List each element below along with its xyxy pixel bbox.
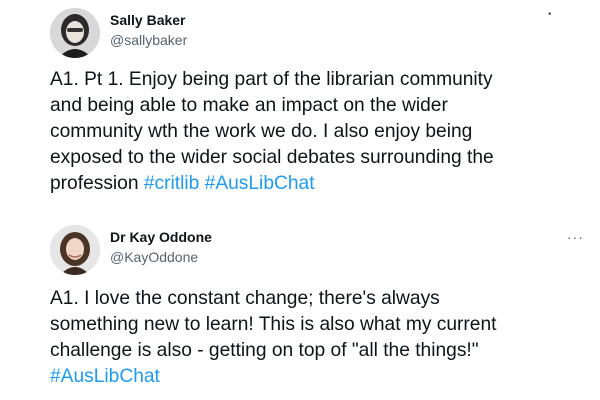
tweet-text-fragment: profession	[50, 173, 144, 194]
tweet-text-line: challenge is also - getting on top of "a…	[50, 340, 479, 361]
tweet-text-line: exposed to the wider social debates surr…	[50, 147, 494, 168]
tweet-text-line: and being able to make an impact on the …	[50, 95, 448, 116]
tweet-text-line: A1. I love the constant change; there's …	[50, 288, 440, 309]
tweet-text: A1. Pt 1. Enjoy being part of the librar…	[50, 67, 570, 197]
author-handle[interactable]: @sallybaker	[110, 32, 187, 48]
hashtag-link[interactable]: #AusLibChat	[50, 366, 160, 387]
hashtag-link[interactable]: #critlib	[144, 173, 199, 194]
avatar-photo-icon	[50, 8, 100, 58]
hashtag-link[interactable]: #AusLibChat	[205, 173, 315, 194]
author-name[interactable]: Sally Baker	[110, 12, 186, 28]
tweet-card[interactable]: Dr Kay Oddone @KayOddone ··· A1. I love …	[0, 208, 600, 400]
avatar-photo-icon	[50, 225, 100, 275]
more-options-icon[interactable]: •	[548, 10, 553, 20]
author-handle[interactable]: @KayOddone	[110, 249, 198, 265]
tweet-text-line-last: profession #critlib #AusLibChat	[50, 171, 570, 197]
tweet-card[interactable]: Sally Baker @sallybaker • A1. Pt 1. Enjo…	[0, 0, 600, 208]
tweet-text-line: A1. Pt 1. Enjoy being part of the librar…	[50, 69, 493, 90]
tweet-text-line-last: #AusLibChat	[50, 364, 570, 390]
avatar[interactable]	[50, 8, 100, 58]
avatar[interactable]	[50, 225, 100, 275]
more-options-icon[interactable]: ···	[567, 230, 584, 244]
tweet-text-line: something new to learn! This is also wha…	[50, 314, 497, 335]
tweet-text-line: community wth the work we do. I also enj…	[50, 121, 473, 142]
author-name[interactable]: Dr Kay Oddone	[110, 229, 212, 245]
tweet-text: A1. I love the constant change; there's …	[50, 286, 570, 390]
